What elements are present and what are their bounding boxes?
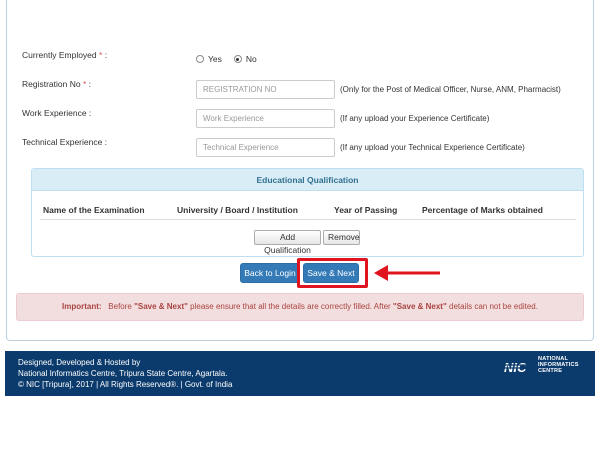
- column-header-percentage: Percentage of Marks obtained: [422, 205, 543, 215]
- employed-label-text: Currently Employed: [22, 50, 97, 60]
- annotation-highlight-box: [297, 258, 368, 288]
- footer-copyright: © NIC [Tripura], 2017 | All Rights Reser…: [18, 380, 233, 389]
- column-header-examination: Name of the Examination: [43, 205, 145, 215]
- footer-organization: National Informatics Centre, Tripura Sta…: [18, 369, 228, 378]
- annotation-arrow-icon: [374, 265, 440, 281]
- remove-qualification-button[interactable]: Remove: [323, 230, 360, 245]
- registration-no-input[interactable]: REGISTRATION NO: [196, 80, 335, 99]
- work-experience-hint: (If any upload your Experience Certifica…: [340, 114, 490, 123]
- registration-label: Registration No * :: [22, 79, 91, 89]
- column-header-year: Year of Passing: [334, 205, 398, 215]
- employed-yes-label: Yes: [208, 54, 222, 64]
- employed-yes-radio[interactable]: [196, 55, 204, 63]
- site-footer: Designed, Developed & Hosted by National…: [5, 351, 595, 396]
- educational-qualification-panel: Educational Qualification Name of the Ex…: [31, 168, 584, 257]
- alert-emphasis: "Save & Next": [392, 302, 447, 311]
- work-experience-input[interactable]: Work Experience: [196, 109, 335, 128]
- back-to-login-button[interactable]: Back to Login: [240, 263, 300, 283]
- employed-no-radio[interactable]: [233, 55, 242, 63]
- table-header-divider: [40, 219, 576, 220]
- add-qualification-button[interactable]: Add Qualification: [254, 230, 321, 255]
- registration-label-text: Registration No: [22, 79, 81, 89]
- work-experience-label: Work Experience :: [22, 108, 92, 118]
- technical-experience-input[interactable]: Technical Experience: [196, 138, 335, 157]
- technical-experience-label: Technical Experience :: [22, 137, 108, 147]
- alert-text: Before: [108, 302, 135, 311]
- label-colon: :: [86, 79, 92, 89]
- application-form-card: Currently Employed * : Yes No Registrati…: [6, 0, 594, 341]
- nic-logo-text: NATIONAL INFORMATICS CENTRE: [538, 356, 579, 374]
- nic-logo-line: CENTRE: [538, 368, 563, 374]
- column-header-university: University / Board / Institution: [177, 205, 298, 215]
- alert-important-label: Important:: [62, 302, 102, 311]
- employed-label: Currently Employed * :: [22, 50, 107, 60]
- qualification-panel-title: Educational Qualification: [32, 169, 583, 191]
- alert-text: please ensure that all the details are c…: [187, 302, 393, 311]
- label-colon: :: [102, 50, 108, 60]
- registration-hint: (Only for the Post of Medical Officer, N…: [340, 85, 561, 94]
- alert-text: details can not be edited.: [446, 302, 538, 311]
- employed-radio-group: Yes No: [196, 54, 265, 64]
- footer-credit: Designed, Developed & Hosted by: [18, 358, 141, 367]
- alert-emphasis: "Save & Next": [134, 302, 188, 311]
- important-alert: Important: Before "Save & Next" please e…: [16, 293, 584, 321]
- employed-no-label: No: [245, 54, 257, 64]
- technical-experience-hint: (If any upload your Technical Experience…: [340, 143, 525, 152]
